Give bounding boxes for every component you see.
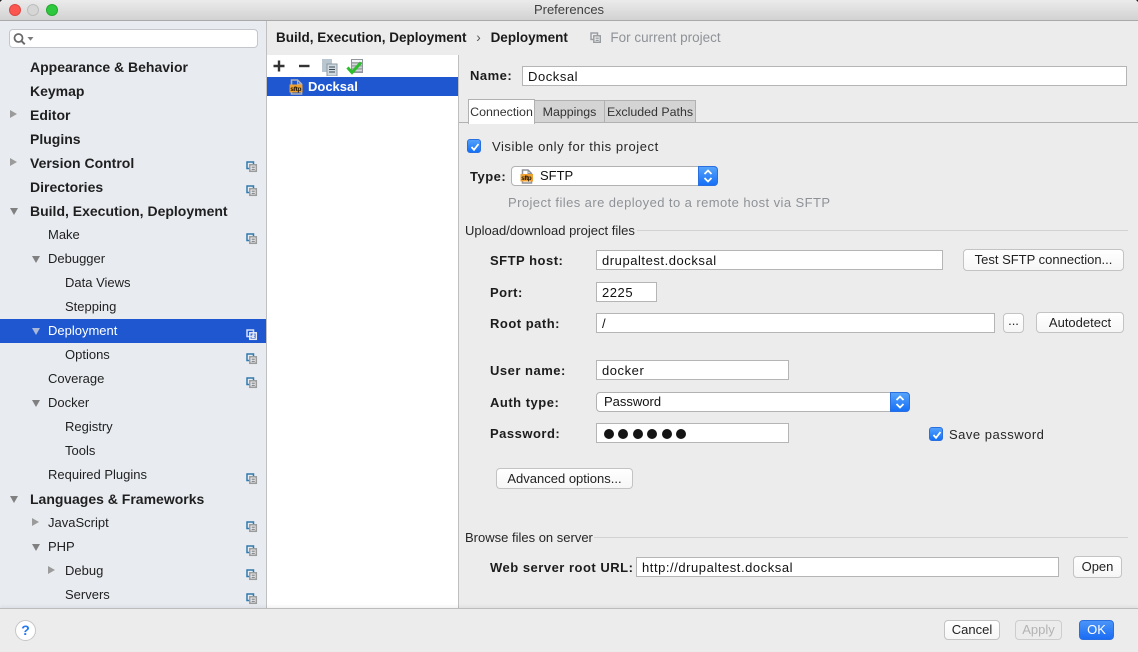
svg-text:sftp: sftp [521,175,532,182]
svg-text:sftp: sftp [290,86,301,93]
